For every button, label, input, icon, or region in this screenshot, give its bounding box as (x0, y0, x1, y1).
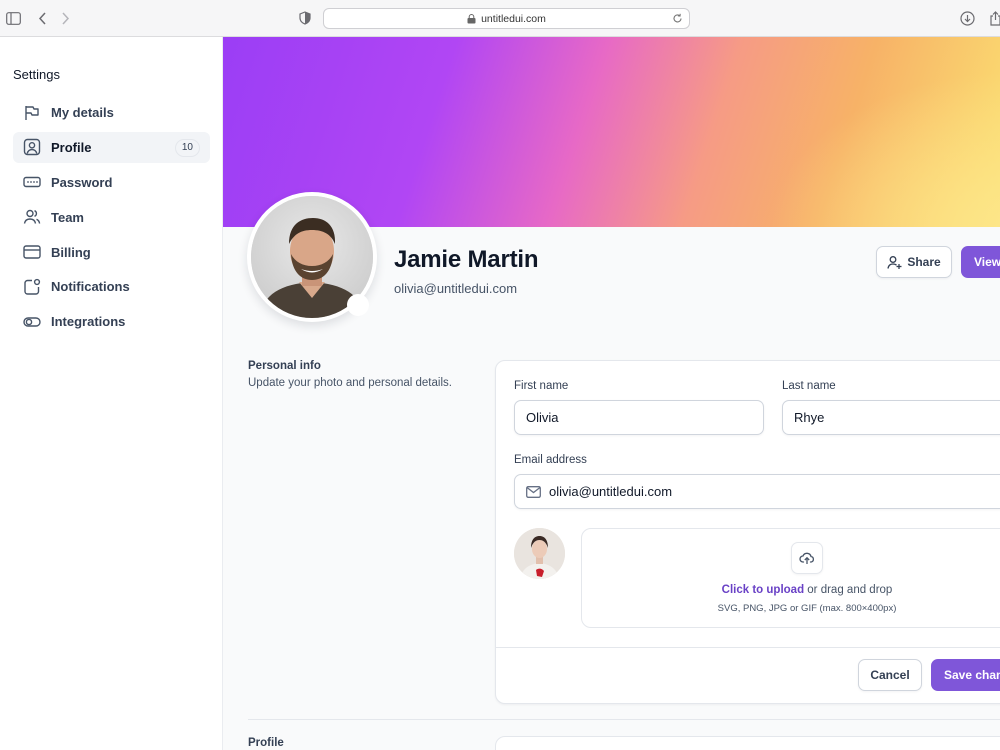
upload-cloud-icon (791, 542, 823, 574)
profile-section-title: Profile (248, 737, 284, 749)
user-square-icon (23, 138, 41, 156)
forward-icon[interactable] (57, 10, 73, 26)
share-button[interactable]: Share (876, 246, 952, 278)
first-name-label: First name (514, 380, 569, 392)
profile-email: olivia@untitledui.com (394, 281, 518, 296)
credit-card-icon (23, 243, 41, 261)
sidebar-item-label: Billing (51, 244, 91, 260)
sidebar-item-my-details[interactable]: My details (13, 97, 210, 128)
user-plus-icon (887, 255, 902, 269)
url-text: untitledui.com (481, 12, 546, 25)
upload-instructions: Click to upload or drag and drop (582, 584, 1000, 596)
sidebar-item-billing[interactable]: Billing (13, 237, 210, 268)
view-profile-button[interactable]: View (961, 246, 1000, 278)
sidebar-item-label: Profile (51, 139, 92, 155)
sidebar-toggle-icon[interactable] (5, 10, 21, 26)
share-label: Share (907, 255, 941, 269)
section-description: Update your photo and personal details. (248, 377, 452, 389)
password-icon (23, 173, 41, 191)
upload-dropzone[interactable]: Click to upload or drag and drop SVG, PN… (581, 528, 1000, 628)
verified-badge (347, 294, 369, 316)
section-divider (248, 719, 1000, 720)
email-field[interactable]: olivia@untitledui.com (514, 474, 1000, 509)
main-content: Jamie Martin olivia@untitledui.com Share… (223, 37, 1000, 750)
sidebar-item-label: Notifications (51, 279, 130, 295)
email-label: Email address (514, 454, 587, 466)
view-label: View (974, 255, 1000, 269)
personal-info-form: First name Olivia Last name Rhye Email a… (495, 360, 1000, 704)
sidebar-item-profile[interactable]: Profile 10 (13, 131, 210, 163)
upload-text: or drag and drop (804, 584, 893, 596)
first-name-field[interactable]: Olivia (514, 400, 764, 435)
settings-nav: My details Profile 10 Password Team Bill… (13, 97, 210, 341)
sidebar-item-label: My details (51, 105, 114, 120)
profile-name: Jamie Martin (394, 246, 539, 273)
sidebar-item-label: Team (51, 209, 84, 225)
count-badge: 10 (174, 138, 200, 157)
download-icon[interactable] (959, 10, 975, 26)
cancel-button[interactable]: Cancel (858, 659, 922, 691)
browser-toolbar: untitledui.com (0, 0, 1000, 37)
flag-icon (23, 104, 41, 122)
lock-icon (467, 13, 476, 23)
mail-icon (526, 485, 541, 498)
user-avatar (514, 528, 565, 579)
toggle-icon (23, 313, 41, 331)
sidebar-item-password[interactable]: Password (13, 167, 210, 198)
last-name-label: Last name (782, 380, 836, 392)
sidebar-item-label: Password (51, 174, 113, 190)
email-value: olivia@untitledui.com (549, 484, 673, 499)
back-icon[interactable] (34, 10, 50, 26)
click-to-upload-link[interactable]: Click to upload (722, 584, 804, 596)
sidebar-title: Settings (13, 67, 60, 82)
section-title: Personal info (248, 360, 321, 372)
notification-box-icon (23, 278, 41, 296)
users-icon (23, 208, 41, 226)
upload-hint: SVG, PNG, JPG or GIF (max. 800×400px) (717, 603, 897, 614)
sidebar-item-team[interactable]: Team (13, 202, 210, 233)
profile-section-card (495, 736, 1000, 750)
settings-sidebar: Settings My details Profile 10 Password (0, 37, 223, 750)
address-bar[interactable]: untitledui.com (323, 8, 690, 29)
last-name-field[interactable]: Rhye (782, 400, 1000, 435)
share-icon[interactable] (987, 10, 1000, 26)
card-divider (496, 647, 1000, 648)
save-button[interactable]: Save changes (931, 659, 1000, 691)
sidebar-item-integrations[interactable]: Integrations (13, 306, 210, 337)
reload-icon[interactable] (672, 13, 683, 24)
save-label: Save changes (944, 668, 1000, 682)
sidebar-item-label: Integrations (51, 314, 126, 330)
shield-icon[interactable] (297, 10, 313, 26)
sidebar-item-notifications[interactable]: Notifications (13, 271, 210, 302)
